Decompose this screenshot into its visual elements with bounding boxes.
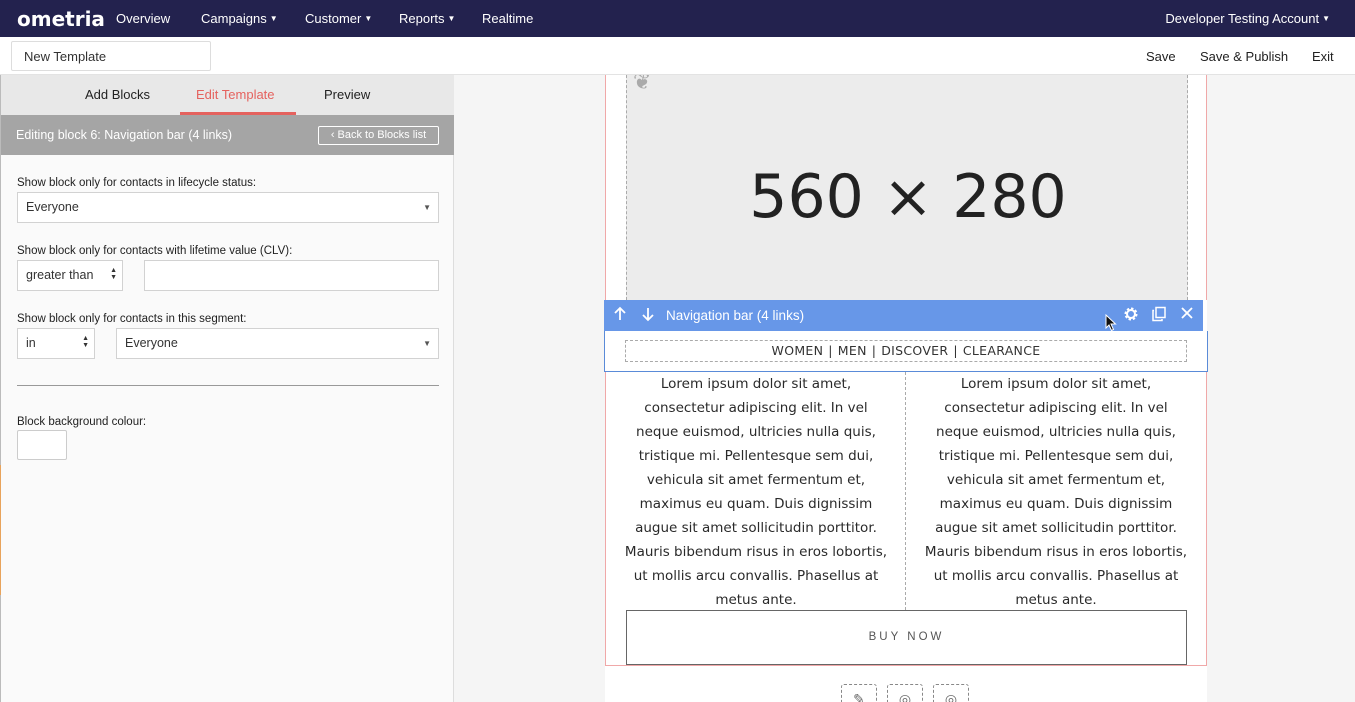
- image-placeholder-size: 560 × 280: [749, 162, 1067, 232]
- nav-link-women[interactable]: WOMEN: [772, 343, 824, 358]
- segment-label: Show block only for contacts in this seg…: [17, 313, 247, 325]
- feather-icon: ❦: [633, 75, 652, 94]
- nav-customer-label: Customer: [305, 11, 362, 26]
- social-icon[interactable]: ◎: [887, 684, 923, 702]
- editing-block-header: Editing block 6: Navigation bar (4 links…: [1, 115, 454, 155]
- link-separator: |: [828, 343, 833, 358]
- nav-link-men[interactable]: MEN: [838, 343, 867, 358]
- segment-operator-select[interactable]: in ▲ ▼: [17, 328, 95, 359]
- clv-value-input[interactable]: [144, 260, 439, 291]
- dropdown-arrow-icon: ▼: [423, 339, 431, 348]
- lifecycle-value: Everyone: [26, 200, 79, 214]
- nav-customer[interactable]: Customer ▼: [305, 11, 372, 26]
- nav-realtime[interactable]: Realtime: [482, 11, 533, 26]
- segment-select[interactable]: Everyone ▼: [116, 328, 439, 359]
- block-title: Navigation bar (4 links): [666, 308, 805, 323]
- updown-arrow-icon: ▲ ▼: [82, 335, 89, 349]
- clv-operator-value: greater than: [26, 268, 94, 282]
- text-column-right[interactable]: Lorem ipsum dolor sit amet, consectetur …: [906, 372, 1207, 610]
- background-colour-label: Block background colour:: [17, 416, 147, 428]
- nav-reports[interactable]: Reports ▼: [399, 11, 455, 26]
- template-name-input[interactable]: [11, 41, 211, 71]
- body-text: Lorem ipsum dolor sit amet, consectetur …: [624, 376, 888, 608]
- editor-tabs: Add Blocks Edit Template Preview: [1, 75, 454, 115]
- caret-down-icon: ▼: [447, 14, 456, 23]
- social-icon[interactable]: ✎: [841, 684, 877, 702]
- move-down-icon[interactable]: [639, 306, 657, 324]
- nav-campaigns-label: Campaigns: [201, 11, 267, 26]
- nav-overview-label: Overview: [116, 11, 171, 26]
- caret-down-icon: ▼: [364, 14, 373, 23]
- caret-down-icon: ▼: [269, 14, 278, 23]
- button-block: BUY NOW: [605, 610, 1207, 666]
- nav-reports-label: Reports: [399, 11, 445, 26]
- top-navbar: ometria Overview Campaigns ▼ Customer ▼ Re…: [0, 0, 1355, 37]
- navigation-bar-block[interactable]: WOMEN | MEN | DISCOVER | CLEARANCE: [604, 331, 1208, 372]
- exit-button[interactable]: Exit: [1312, 49, 1334, 64]
- account-menu[interactable]: Developer Testing Account ▼: [1165, 11, 1330, 26]
- lifecycle-label: Show block only for contacts in lifecycl…: [17, 177, 257, 189]
- body-text: Lorem ipsum dolor sit amet, consectetur …: [924, 376, 1188, 608]
- mouse-cursor-icon: [1105, 314, 1117, 332]
- email-canvas: ❦ 560 × 280 Navigation bar (4 links) WOM…: [455, 75, 1355, 702]
- tab-add-blocks[interactable]: Add Blocks: [85, 87, 150, 102]
- nav-link-discover[interactable]: DISCOVER: [881, 343, 948, 358]
- caret-down-icon: ▼: [1322, 14, 1330, 23]
- nav-overview[interactable]: Overview: [116, 11, 170, 26]
- dropdown-arrow-icon: ▼: [423, 203, 431, 212]
- image-block[interactable]: ❦ 560 × 280: [605, 75, 1207, 300]
- buy-now-button[interactable]: BUY NOW: [626, 610, 1187, 665]
- nav-links: WOMEN | MEN | DISCOVER | CLEARANCE: [625, 340, 1187, 362]
- nav-campaigns[interactable]: Campaigns ▼: [201, 11, 278, 26]
- nav-link-clearance[interactable]: CLEARANCE: [963, 343, 1041, 358]
- link-separator: |: [871, 343, 877, 358]
- clv-label: Show block only for contacts with lifeti…: [17, 245, 293, 257]
- social-icon[interactable]: ◎: [933, 684, 969, 702]
- clv-operator-select[interactable]: greater than ▲ ▼: [17, 260, 123, 291]
- divider: [17, 385, 439, 386]
- save-button[interactable]: Save: [1146, 49, 1176, 64]
- nav-realtime-label: Realtime: [482, 11, 534, 26]
- gear-icon[interactable]: [1122, 306, 1140, 324]
- back-to-blocks-button[interactable]: ‹ Back to Blocks list: [318, 126, 439, 145]
- duplicate-icon[interactable]: [1150, 306, 1168, 324]
- close-icon[interactable]: [1178, 306, 1196, 324]
- editing-block-title: Editing block 6: Navigation bar (4 links…: [16, 128, 233, 142]
- segment-value: Everyone: [125, 336, 178, 350]
- ometria-logo[interactable]: ometria: [17, 7, 105, 31]
- lifecycle-select[interactable]: Everyone ▼: [17, 192, 439, 223]
- tab-edit-template[interactable]: Edit Template: [196, 87, 275, 102]
- window-edge-accent: [0, 465, 1, 595]
- segment-operator-value: in: [26, 336, 36, 350]
- text-column-left[interactable]: Lorem ipsum dolor sit amet, consectetur …: [605, 372, 906, 610]
- move-up-icon[interactable]: [611, 306, 629, 324]
- image-placeholder: ❦ 560 × 280: [626, 75, 1188, 300]
- updown-arrow-icon: ▲ ▼: [110, 267, 117, 281]
- email-preview: ❦ 560 × 280 Navigation bar (4 links) WOM…: [604, 75, 1208, 702]
- background-colour-picker[interactable]: [17, 430, 67, 460]
- tab-preview[interactable]: Preview: [324, 87, 370, 102]
- block-editor-panel: Add Blocks Edit Template Preview Editing…: [0, 75, 454, 702]
- account-name: Developer Testing Account: [1165, 11, 1320, 26]
- save-publish-button[interactable]: Save & Publish: [1200, 49, 1288, 64]
- link-separator: |: [953, 343, 958, 358]
- template-toolbar: Save Save & Publish Exit: [0, 37, 1355, 75]
